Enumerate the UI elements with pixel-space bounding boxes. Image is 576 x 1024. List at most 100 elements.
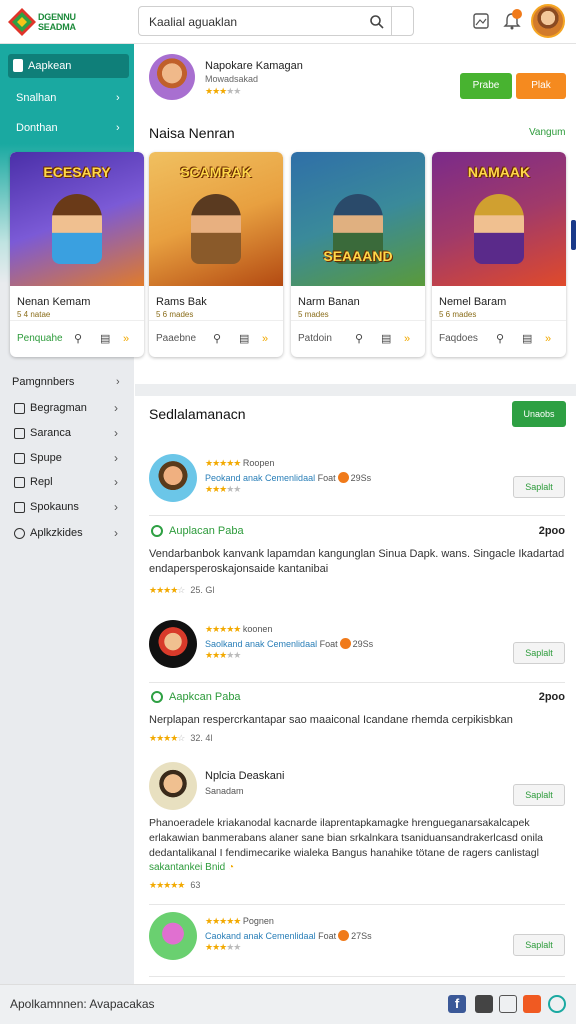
- feed-line2: Saolkand anak Cemenlidaal Foat 29Ss: [205, 638, 374, 649]
- feed-action-button[interactable]: Unaobs: [512, 401, 566, 427]
- feed-avatar[interactable]: [149, 762, 197, 810]
- games-view-all-link[interactable]: Vangum: [529, 127, 566, 138]
- page-icon[interactable]: [499, 995, 517, 1013]
- game-card-art[interactable]: ECESARY: [10, 152, 144, 286]
- trash-icon[interactable]: [475, 995, 493, 1013]
- game-name: Nenan Kemam: [17, 296, 91, 308]
- at-sign-icon[interactable]: [548, 995, 566, 1013]
- book-icon[interactable]: ▤: [100, 333, 112, 345]
- feed-entry-button[interactable]: Saplalt: [513, 476, 565, 498]
- game-character-image: [474, 194, 524, 264]
- game-art-title: SCAMRAK: [180, 164, 252, 180]
- post-body: Nerplapan respercrkantapar sao maaiconal…: [149, 714, 513, 726]
- notification-badge: [512, 9, 522, 19]
- post-meta: ★★★★★ 63: [149, 880, 201, 890]
- feed-line1: ★★★★★ Roopen: [205, 458, 275, 468]
- chevron-right-icon: ›: [114, 475, 118, 489]
- sidebar-item-begragman[interactable]: Begragman ›: [10, 399, 126, 419]
- share-icon[interactable]: [523, 995, 541, 1013]
- game-card-art[interactable]: NAMAAK: [432, 152, 566, 286]
- app-root: DGENNU SEADMA Kaalial aguaklan Aapkean S…: [0, 0, 576, 1024]
- card-divider: [10, 320, 144, 321]
- book-icon[interactable]: ▤: [522, 333, 534, 345]
- feed-separator: [149, 515, 565, 516]
- feed-rating-stars: ★★★★★: [205, 484, 241, 494]
- search-icon[interactable]: [369, 14, 385, 30]
- book-icon[interactable]: ▤: [381, 333, 393, 345]
- badge-icon: [337, 472, 349, 483]
- pin-icon[interactable]: ⚲: [496, 333, 508, 345]
- pin-icon[interactable]: ⚲: [213, 333, 225, 345]
- footer-text: Apolkamnnen: Avapacakas: [10, 997, 155, 1011]
- game-sub: 5 6 mades: [156, 310, 194, 319]
- game-category[interactable]: Paaebne: [156, 333, 196, 344]
- chevron-right-icon: ›: [114, 426, 118, 440]
- game-card[interactable]: SEAAAND Narm Banan 5 mades Patdoin ⚲ ▤ »: [291, 152, 425, 357]
- game-card[interactable]: NAMAAK Nemel Baram 5 6 mades Faqdoes ⚲ ▤…: [432, 152, 566, 357]
- feed-avatar[interactable]: [149, 912, 197, 960]
- book-icon[interactable]: ▤: [239, 333, 251, 345]
- feed-avatar[interactable]: [149, 620, 197, 668]
- game-category[interactable]: Patdoin: [298, 333, 332, 344]
- chevron-right-icon: ›: [116, 92, 120, 104]
- post-link[interactable]: sakantankei Bnid ◔: [149, 862, 234, 873]
- feed-entry-button[interactable]: Saplalt: [513, 642, 565, 664]
- sidebar-item-saranca[interactable]: Saranca ›: [10, 424, 126, 444]
- game-card[interactable]: SCAMRAK Rams Bak 5 6 mades Paaebne ⚲ ▤ »: [149, 152, 283, 357]
- profile-primary-button[interactable]: Prabe: [460, 73, 512, 99]
- play-icon[interactable]: »: [404, 333, 416, 345]
- carousel-scroll-indicator[interactable]: [571, 220, 576, 250]
- search-box[interactable]: Kaalial aguaklan: [138, 6, 414, 36]
- sidebar-item-repl[interactable]: Repl ›: [10, 473, 126, 493]
- user-avatar[interactable]: [531, 4, 565, 38]
- feed-line2: Caokand anak Cemenlidaal Foat 27Ss: [205, 930, 372, 941]
- logo-mark-icon: [8, 8, 36, 36]
- game-card[interactable]: ECESARY Nenan Kemam 5 4 natae Penquahe ⚲…: [10, 152, 144, 357]
- feed-rating-stars: ★★★★★: [205, 942, 241, 952]
- feed-entry: ★★★★★ Pognen Caokand anak Cemenlidaal Fo…: [149, 912, 565, 962]
- sidebar-item-spupe[interactable]: Spupe ›: [10, 449, 126, 469]
- play-icon[interactable]: »: [123, 333, 135, 345]
- chevron-right-icon: ›: [114, 526, 118, 540]
- sidebar-item-aplkzkides[interactable]: Aplkzkides ›: [10, 524, 126, 544]
- sidebar-item-teal-2[interactable]: Donthan: [16, 122, 58, 134]
- feed-avatar[interactable]: [149, 454, 197, 502]
- feed-entry-button[interactable]: Saplalt: [513, 934, 565, 956]
- play-icon[interactable]: »: [545, 333, 557, 345]
- app-logo[interactable]: DGENNU SEADMA: [8, 6, 88, 36]
- profile-rating-stars: ★★★★★: [205, 86, 241, 96]
- play-icon[interactable]: »: [262, 333, 274, 345]
- post-status-row: Auplacan Paba 2poo: [149, 524, 565, 540]
- post-time: 2poo: [538, 525, 565, 537]
- feed-line2: Peokand anak Cemenlidaal Foat 29Ss: [205, 472, 372, 483]
- doc-icon: [14, 403, 25, 414]
- search-icon[interactable]: ⚲: [355, 333, 367, 345]
- game-sub: 5 4 natae: [17, 310, 51, 319]
- feed-entry-button[interactable]: Saplalt: [513, 784, 565, 806]
- sidebar-item-teal-1[interactable]: Snalhan: [16, 92, 56, 104]
- games-section-title: Naisa Nenran: [149, 125, 235, 141]
- sidebar-item-spokauns[interactable]: Spokauns ›: [10, 498, 126, 518]
- post-status: Aapkcan Paba: [169, 691, 241, 703]
- game-category[interactable]: Penquahe: [17, 333, 63, 344]
- sidebar-item-active[interactable]: Aapkean: [8, 54, 129, 78]
- chevron-right-icon: ›: [114, 451, 118, 465]
- game-sub: 5 mades: [298, 310, 329, 319]
- bottom-bar: Apolkamnnen: Avapacakas f: [0, 984, 576, 1024]
- game-card-art[interactable]: SEAAAND: [291, 152, 425, 286]
- profile-subtitle: Mowadsakad: [205, 74, 259, 84]
- profile-secondary-button[interactable]: Plak: [516, 73, 566, 99]
- game-card-art[interactable]: SCAMRAK: [149, 152, 283, 286]
- game-category[interactable]: Faqdoes: [439, 333, 478, 344]
- profile-avatar[interactable]: [149, 54, 195, 100]
- section-divider: [135, 384, 576, 396]
- facebook-icon[interactable]: f: [448, 995, 466, 1013]
- pin-icon[interactable]: ⚲: [74, 333, 86, 345]
- game-sub: 5 6 mades: [439, 310, 477, 319]
- search-placeholder[interactable]: Kaalial aguaklan: [149, 15, 237, 29]
- image-upload-icon[interactable]: [471, 11, 491, 31]
- sidebar-section-label[interactable]: Pamgnnbers: [12, 376, 74, 388]
- post-meta: ★★★★☆ 25. Gl: [149, 585, 215, 595]
- profile-name: Napokare Kamagan: [205, 60, 303, 72]
- feed-separator: [149, 682, 565, 683]
